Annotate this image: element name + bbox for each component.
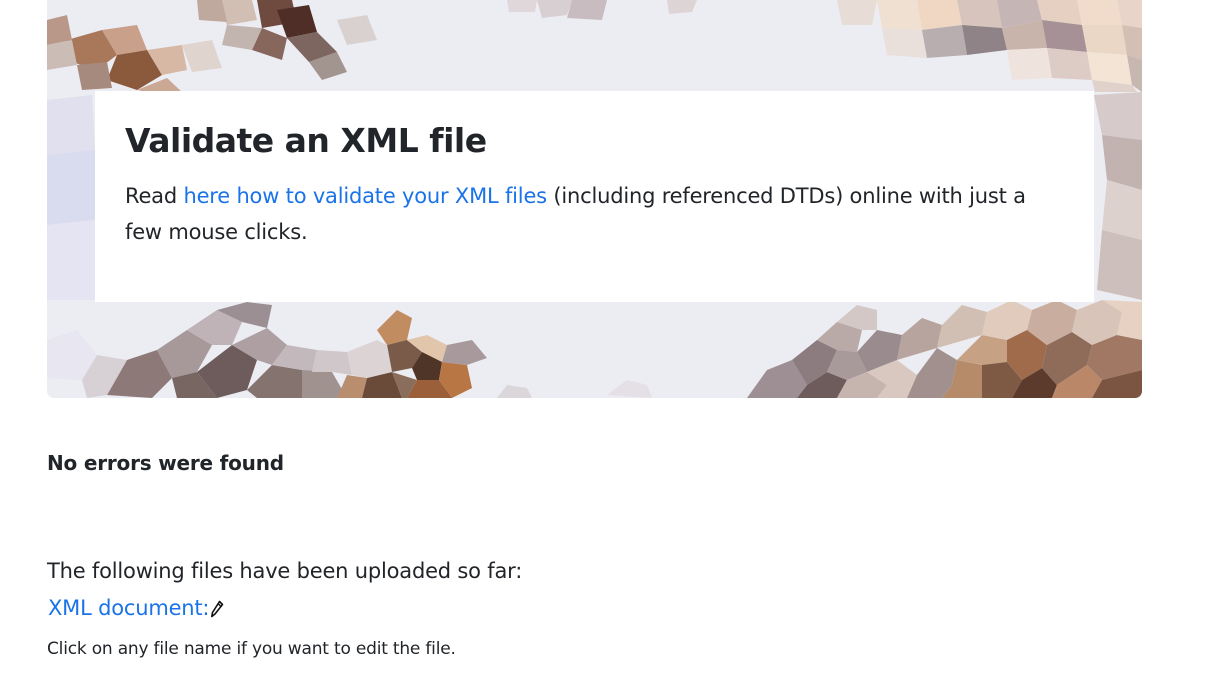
validation-status: No errors were found [47,451,284,475]
xml-document-label[interactable]: XML document: [48,596,210,620]
validate-howto-link[interactable]: here how to validate your XML files [183,184,547,208]
edit-hint: Click on any file name if you want to ed… [47,639,456,659]
intro-text-before: Read [125,184,184,208]
xml-document-link[interactable]: XML document: [48,596,224,623]
pencil-icon[interactable] [210,599,224,623]
page-title: Validate an XML file [125,121,487,160]
uploaded-files-heading: The following files have been uploaded s… [47,559,523,583]
intro-text: Read here how to validate your XML files… [125,178,1065,250]
